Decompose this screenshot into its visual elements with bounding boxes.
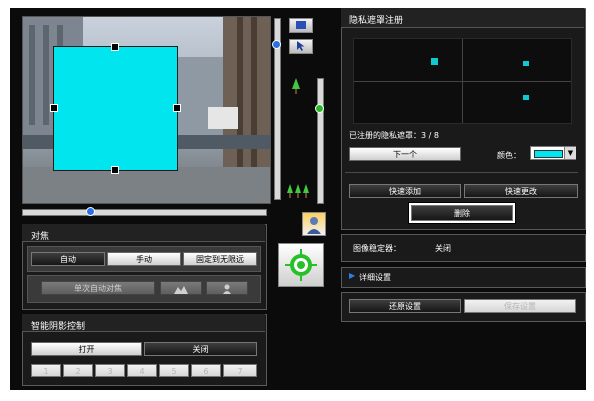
pointer-icon <box>297 41 305 51</box>
stabilizer-value: 关闭 <box>435 244 451 253</box>
tree-single-icon <box>292 78 300 94</box>
save-settings-button[interactable]: 保存设置 <box>464 299 576 313</box>
shadow-level-6[interactable]: 6 <box>191 364 221 377</box>
person-backlight-icon <box>307 217 321 234</box>
shadow-control-title: 智能阴影控制 <box>31 322 86 332</box>
truck <box>208 107 238 129</box>
zoom-slider[interactable] <box>317 78 324 204</box>
mask-marker[interactable] <box>431 58 438 65</box>
color-swatch <box>534 150 563 158</box>
map-divider <box>354 81 571 82</box>
registered-masks-count: 已注册的隐私遮罩：3 / 8 <box>349 131 439 140</box>
shadow-level-2[interactable]: 2 <box>63 364 93 377</box>
privacy-mask-title: 隐私遮罩注册 <box>349 16 404 26</box>
focus-near-button[interactable] <box>160 281 202 295</box>
shadow-level-5[interactable]: 5 <box>159 364 189 377</box>
backlight-button[interactable] <box>302 212 326 236</box>
pointer-tool-button[interactable] <box>289 39 313 54</box>
pan-slider[interactable] <box>22 209 267 216</box>
focus-fixed-infinity-button[interactable]: 固定到无限远 <box>183 252 257 266</box>
center-target-button[interactable] <box>278 243 324 287</box>
mask-preview-map[interactable] <box>353 38 572 124</box>
resize-handle[interactable] <box>111 166 119 174</box>
target-icon <box>285 249 317 281</box>
delete-button[interactable]: 删除 <box>411 205 513 221</box>
expand-arrow-icon[interactable]: ▶ <box>349 271 355 280</box>
building <box>173 57 223 147</box>
dropdown-icon: ▼ <box>564 147 576 159</box>
stabilizer-label: 图像稳定器： <box>353 244 401 253</box>
shadow-on-button[interactable]: 打开 <box>31 342 142 356</box>
details-label[interactable]: 详细设置 <box>359 272 391 283</box>
person-far-icon <box>223 284 231 294</box>
road <box>23 167 270 203</box>
quick-add-button[interactable]: 快速添加 <box>349 184 461 198</box>
tree-multi-icon <box>287 184 309 201</box>
one-shot-af-button[interactable]: 单次自动对焦 <box>41 281 155 295</box>
focus-far-button[interactable] <box>206 281 248 295</box>
building-window <box>43 25 49 125</box>
quick-change-button[interactable]: 快速更改 <box>464 184 578 198</box>
focus-header <box>22 224 265 242</box>
focus-manual-button[interactable]: 手动 <box>107 252 181 266</box>
mask-draw-icon <box>296 21 306 29</box>
color-select[interactable]: ▼ <box>530 146 576 160</box>
restore-settings-button[interactable]: 还原设置 <box>349 299 461 313</box>
focus-auto-button[interactable]: 自动 <box>31 252 105 266</box>
shadow-level-1[interactable]: 1 <box>31 364 61 377</box>
color-label: 颜色： <box>497 151 521 160</box>
resize-handle[interactable] <box>50 104 58 112</box>
mask-marker[interactable] <box>523 95 529 100</box>
tilt-slider-knob[interactable] <box>272 40 281 49</box>
building-window <box>29 25 35 125</box>
resize-handle[interactable] <box>111 43 119 51</box>
pan-slider-knob[interactable] <box>86 207 95 216</box>
resize-handle[interactable] <box>173 104 181 112</box>
camera-view[interactable] <box>22 16 271 204</box>
divider <box>345 172 578 173</box>
shadow-off-button[interactable]: 关闭 <box>144 342 257 356</box>
focus-title: 对焦 <box>31 232 50 242</box>
mountain-near-icon <box>174 286 188 294</box>
mask-marker[interactable] <box>523 61 529 66</box>
next-mask-button[interactable]: 下一个 <box>349 147 461 161</box>
zoom-slider-knob[interactable] <box>315 104 324 113</box>
shadow-level-3[interactable]: 3 <box>95 364 125 377</box>
shadow-level-4[interactable]: 4 <box>127 364 157 377</box>
privacy-mask-rect[interactable] <box>53 46 178 171</box>
shadow-level-7[interactable]: 7 <box>223 364 257 377</box>
mask-tool-button[interactable] <box>289 18 313 33</box>
